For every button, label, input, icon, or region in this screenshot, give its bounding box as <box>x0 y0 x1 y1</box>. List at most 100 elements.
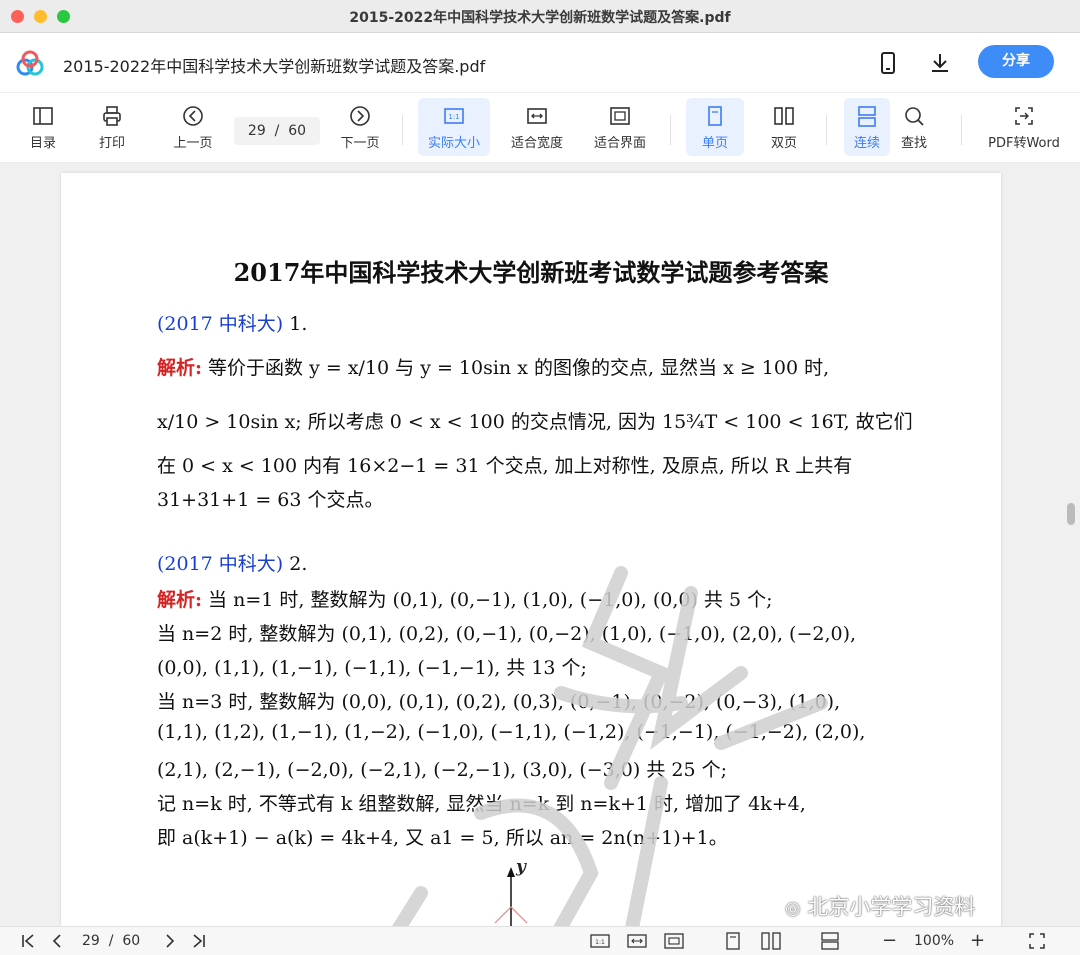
last-page-icon <box>193 934 205 948</box>
toolbar-divider <box>826 115 827 145</box>
continuous-small-icon <box>821 932 839 950</box>
search-icon <box>905 107 924 126</box>
page-number-input[interactable]: 29 / 60 <box>234 117 320 145</box>
app-header: 2015-2022年中国科学技术大学创新班数学试题及答案.pdf 分享 <box>0 33 1080 93</box>
prev-page-button[interactable]: 上一页 <box>168 98 218 156</box>
zoom-out-button[interactable]: − <box>882 931 897 951</box>
q1-number: 1. <box>283 313 308 335</box>
toc-button[interactable]: 目录 <box>22 98 64 156</box>
single-page-small-icon <box>726 932 740 950</box>
toc-label: 目录 <box>29 136 56 151</box>
prev-label: 上一页 <box>173 136 213 151</box>
page-separator: / <box>274 123 280 139</box>
single-page-icon <box>708 106 722 126</box>
chevron-left-circle-icon <box>183 106 203 126</box>
status-single-page-button[interactable] <box>724 931 742 951</box>
status-page-indicator[interactable]: 29 / 60 <box>82 931 152 951</box>
next-page-button[interactable]: 下一页 <box>335 98 385 156</box>
find-label: 查找 <box>900 136 927 151</box>
continuous-scroll-icon <box>858 106 876 127</box>
q2-analysis-label: 解析: <box>157 589 203 611</box>
download-icon[interactable] <box>928 51 952 75</box>
prev-page-small-button[interactable] <box>50 931 64 951</box>
q2-line-1: 解析: 当 n=1 时, 整数解为 (0,1), (0,−1), (1,0), … <box>157 585 772 612</box>
q1-line-2: x/10 > 10sin x; 所以考虑 0 < x < 100 的交点情况, … <box>157 411 913 433</box>
first-page-icon <box>22 934 34 948</box>
printer-icon <box>103 106 121 126</box>
q2-text-1: 当 n=1 时, 整数解为 (0,1), (0,−1), (1,0), (−1,… <box>202 589 773 611</box>
q2-tag: (2017 中科大) <box>157 553 284 575</box>
double-page-small-icon <box>761 932 781 950</box>
print-button[interactable]: 打印 <box>91 98 133 156</box>
q1-tag: (2017 中科大) <box>157 313 284 335</box>
status-continuous-button[interactable] <box>820 931 840 951</box>
q1-line-3: 在 0 < x < 100 内有 16×2−1 = 31 个交点, 加上对称性,… <box>157 455 853 477</box>
share-button[interactable]: 分享 <box>978 45 1054 78</box>
continuous-button[interactable]: 连续 <box>844 98 890 156</box>
q1-line-4: 31+31+1 = 63 个交点。 <box>157 489 384 511</box>
chevron-left-icon <box>52 934 61 948</box>
chevron-right-circle-icon <box>350 106 370 126</box>
y-axis-label: y <box>516 857 526 877</box>
q2-line-6: (2,1), (2,−1), (−2,0), (−2,1), (−2,−1), … <box>157 759 727 781</box>
fit-page-label: 适合界面 <box>593 136 646 151</box>
find-button[interactable]: 查找 <box>893 98 935 156</box>
status-current-page: 29 <box>82 933 100 949</box>
single-page-label: 单页 <box>701 136 728 151</box>
q2-line-7: 记 n=k 时, 不等式有 k 组整数解, 显然当 n=k 到 n=k+1 时,… <box>157 793 806 815</box>
chevron-right-icon <box>166 934 175 948</box>
vertical-scrollbar-thumb[interactable] <box>1067 503 1075 525</box>
status-page-separator: / <box>108 933 114 949</box>
actual-size-small-icon: 1:1 <box>590 934 610 948</box>
double-page-icon <box>774 107 794 125</box>
q1-line-1: 解析: 等价于函数 y = x/10 与 y = 10sin x 的图像的交点,… <box>157 353 829 380</box>
print-label: 打印 <box>98 136 125 151</box>
svg-text:1:1: 1:1 <box>448 113 459 121</box>
double-page-button[interactable]: 双页 <box>759 98 809 156</box>
fit-page-small-icon <box>664 933 684 949</box>
status-actual-size-button[interactable]: 1:1 <box>590 931 610 951</box>
current-page: 29 <box>247 123 266 139</box>
mobile-icon[interactable] <box>876 51 900 75</box>
total-pages: 60 <box>288 123 307 139</box>
window-titlebar: 2015-2022年中国科学技术大学创新班数学试题及答案.pdf <box>0 0 1080 33</box>
next-page-small-button[interactable] <box>163 931 177 951</box>
pdf-toolbar: 目录 打印 上一页 29 / 60 下一页 1:1 实际大小 适合宽度 适合界面… <box>0 93 1080 163</box>
fullscreen-button[interactable] <box>1028 931 1046 951</box>
pdf-to-word-button[interactable]: PDF转Word <box>982 98 1066 156</box>
q1-header: (2017 中科大) 1. <box>157 309 307 336</box>
document-viewer[interactable]: 2017年中国科学技术大学创新班考试数学试题参考答案 (2017 中科大) 1.… <box>0 163 1080 926</box>
page-heading: 2017年中国科学技术大学创新班考试数学试题参考答案 <box>233 258 829 287</box>
actual-size-button[interactable]: 1:1 实际大小 <box>418 98 490 156</box>
fit-page-button[interactable]: 适合界面 <box>588 98 652 156</box>
svg-text:1:1: 1:1 <box>595 939 605 946</box>
q2-line-4: 当 n=3 时, 整数解为 (0,0), (0,1), (0,2), (0,3)… <box>157 691 841 713</box>
actual-size-icon: 1:1 <box>444 108 464 124</box>
toc-icon <box>33 107 53 125</box>
first-page-button[interactable] <box>20 931 36 951</box>
last-page-button[interactable] <box>191 931 207 951</box>
q2-line-3: (0,0), (1,1), (1,−1), (−1,1), (−1,−1), 共… <box>157 657 587 679</box>
q2-line-5: (1,1), (1,2), (1,−1), (1,−2), (−1,0), (−… <box>157 721 866 743</box>
fit-width-label: 适合宽度 <box>510 136 563 151</box>
status-fit-page-button[interactable] <box>664 931 684 951</box>
status-double-page-button[interactable] <box>761 931 781 951</box>
zoom-in-button[interactable]: + <box>970 931 985 951</box>
q1-analysis-label: 解析: <box>157 357 203 379</box>
document-title: 2015-2022年中国科学技术大学创新班数学试题及答案.pdf <box>63 57 486 76</box>
fullscreen-icon <box>1029 933 1045 949</box>
actual-size-label: 实际大小 <box>427 136 480 151</box>
next-label: 下一页 <box>340 136 380 151</box>
toolbar-divider <box>961 115 962 145</box>
status-fit-width-button[interactable] <box>627 931 647 951</box>
single-page-button[interactable]: 单页 <box>686 98 744 156</box>
status-bar: 29 / 60 1:1 − 100% + <box>0 926 1080 955</box>
q1-text-1: 等价于函数 y = x/10 与 y = 10sin x 的图像的交点, 显然当… <box>202 357 830 379</box>
q2-line-8: 即 a(k+1) − a(k) = 4k+4, 又 a1 = 5, 所以 an … <box>157 827 728 849</box>
wechat-icon: ◎ <box>785 898 801 919</box>
app-logo-icon <box>16 50 44 76</box>
status-total-pages: 60 <box>122 933 141 949</box>
zoom-level[interactable]: 100% <box>914 931 954 951</box>
fit-width-button[interactable]: 适合宽度 <box>505 98 569 156</box>
fit-page-icon <box>610 107 630 125</box>
